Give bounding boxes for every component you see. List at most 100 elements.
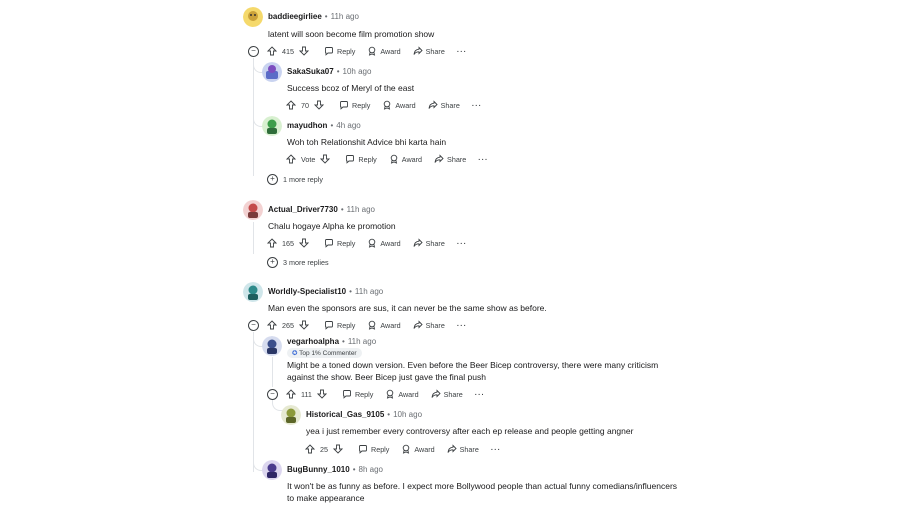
avatar[interactable] (281, 405, 301, 425)
reply-button[interactable]: Reply (345, 154, 377, 164)
award-button[interactable]: Award (401, 444, 435, 454)
upvote-icon[interactable] (305, 444, 315, 454)
more-options-button[interactable]: ··· (491, 445, 501, 454)
avatar[interactable] (262, 460, 282, 480)
reply-label: Reply (337, 238, 356, 248)
upvote-icon[interactable] (286, 154, 296, 164)
more-options-button[interactable]: ··· (472, 101, 482, 110)
vote-group: Vote (286, 154, 333, 164)
timestamp[interactable]: 11h ago (355, 287, 383, 296)
reply-button[interactable]: Reply (324, 320, 355, 330)
share-button[interactable]: Share (413, 320, 445, 330)
share-label: Share (425, 320, 445, 330)
comment-text-line: to make appearance (287, 493, 365, 503)
share-button[interactable]: Share (413, 46, 445, 56)
upvote-icon[interactable] (267, 46, 277, 56)
timestamp[interactable]: 11h ago (347, 205, 375, 214)
upvote-icon[interactable] (267, 238, 277, 248)
award-label: Award (380, 320, 401, 330)
more-options-button[interactable]: ··· (457, 47, 467, 56)
award-button[interactable]: Award (367, 320, 401, 330)
comment-text-line: It won't be as funny as before. I expect… (287, 481, 678, 491)
separator: • (324, 12, 328, 21)
share-button[interactable]: Share (413, 238, 445, 248)
more-options-button[interactable]: ··· (457, 239, 467, 248)
downvote-icon[interactable] (299, 46, 309, 56)
downvote-icon[interactable] (314, 100, 324, 110)
comment-actions: Vote Reply Award Share ··· (286, 153, 488, 165)
avatar[interactable] (243, 200, 263, 220)
timestamp[interactable]: 4h ago (336, 121, 360, 130)
vote-count: Vote (301, 154, 316, 164)
reply-label: Reply (358, 154, 377, 164)
timestamp[interactable]: 11h ago (331, 12, 359, 21)
upvote-icon[interactable] (286, 389, 296, 399)
reply-button[interactable]: Reply (358, 444, 389, 454)
more-replies-link[interactable]: 1 more reply (283, 175, 323, 184)
username[interactable]: baddieegirliee (268, 12, 322, 21)
more-options-button[interactable]: ··· (457, 321, 467, 330)
award-button[interactable]: Award (389, 154, 422, 164)
comment-text: Woh toh Relationshit Advice bhi karta ha… (287, 137, 447, 147)
reply-button[interactable]: Reply (324, 46, 355, 56)
username[interactable]: BugBunny_1010 (287, 465, 350, 474)
more-replies-link[interactable]: 3 more replies (283, 258, 329, 267)
award-icon (367, 320, 377, 330)
award-button[interactable]: Award (382, 100, 416, 110)
avatar[interactable] (243, 7, 263, 27)
reply-label: Reply (371, 444, 390, 454)
downvote-icon[interactable] (320, 154, 331, 164)
comment-header: BugBunny_1010 • 8h ago (287, 465, 383, 474)
timestamp[interactable]: 10h ago (343, 67, 372, 76)
downvote-icon[interactable] (316, 389, 327, 399)
more-options-button[interactable]: ··· (475, 390, 485, 399)
more-options-button[interactable]: ··· (478, 155, 488, 164)
share-button[interactable]: Share (434, 154, 466, 164)
reply-button[interactable]: Reply (342, 389, 373, 399)
collapse-toggle[interactable]: − (248, 46, 259, 57)
collapse-toggle[interactable]: − (248, 320, 259, 331)
thread-line (253, 332, 254, 472)
share-label: Share (447, 154, 467, 164)
share-icon (413, 320, 423, 330)
avatar[interactable] (262, 116, 282, 136)
comment-header: Worldly-Specialist10 • 11h ago (268, 287, 383, 296)
share-label: Share (440, 100, 460, 110)
timestamp[interactable]: 8h ago (359, 465, 383, 474)
share-button[interactable]: Share (447, 444, 479, 454)
share-button[interactable]: Share (431, 389, 463, 399)
timestamp[interactable]: 10h ago (393, 410, 422, 419)
downvote-icon[interactable] (299, 320, 309, 330)
reply-button[interactable]: Reply (339, 100, 370, 110)
username[interactable]: Worldly-Specialist10 (268, 287, 346, 296)
separator: • (336, 67, 340, 76)
avatar[interactable] (243, 282, 263, 302)
username[interactable]: Historical_Gas_9105 (306, 410, 384, 419)
timestamp[interactable]: 11h ago (348, 337, 376, 346)
username[interactable]: mayudhon (287, 121, 327, 130)
share-button[interactable]: Share (428, 100, 460, 110)
downvote-icon[interactable] (333, 444, 343, 454)
avatar[interactable] (262, 336, 282, 356)
reply-label: Reply (354, 389, 374, 399)
expand-replies-icon[interactable]: + (267, 174, 278, 185)
award-label: Award (398, 389, 419, 399)
award-button[interactable]: Award (367, 238, 401, 248)
comment-text: Man even the sponsors are sus, it can ne… (268, 303, 547, 313)
username[interactable]: Actual_Driver7730 (268, 205, 338, 214)
award-button[interactable]: Award (367, 46, 401, 56)
award-button[interactable]: Award (385, 389, 419, 399)
share-icon (413, 238, 423, 248)
reply-button[interactable]: Reply (324, 238, 355, 248)
upvote-icon[interactable] (286, 100, 296, 110)
upvote-icon[interactable] (267, 320, 277, 330)
expand-replies-icon[interactable]: + (267, 257, 278, 268)
downvote-icon[interactable] (299, 238, 309, 248)
username[interactable]: SakaSuka07 (287, 67, 334, 76)
vote-count: 70 (301, 100, 309, 110)
username[interactable]: vegarhoalpha (287, 337, 339, 346)
comment-header: baddieegirliee • 11h ago (268, 12, 359, 21)
avatar[interactable] (262, 62, 282, 82)
award-label: Award (380, 46, 401, 56)
collapse-toggle[interactable]: − (267, 389, 278, 400)
